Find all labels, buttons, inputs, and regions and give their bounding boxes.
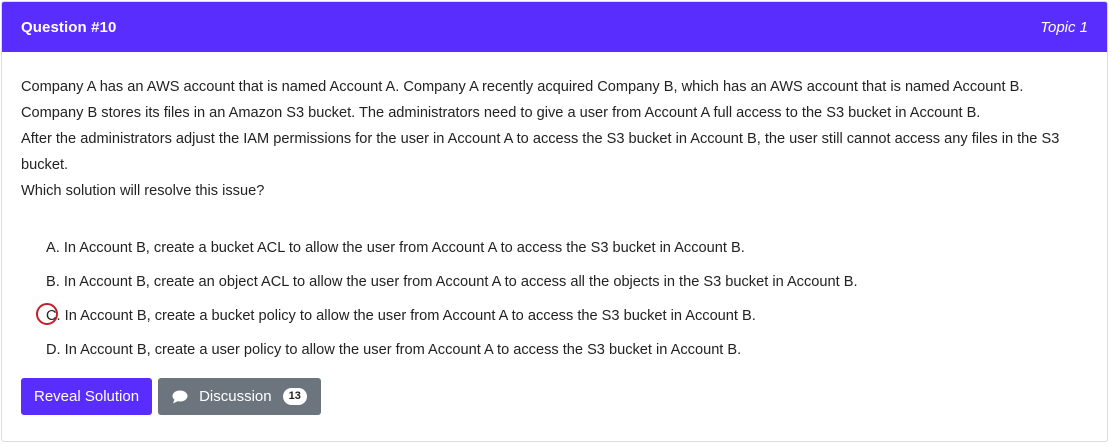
question-paragraph: Which solution will resolve this issue?	[21, 183, 265, 199]
question-card: Question #10 Topic 1 Company A has an AW…	[1, 1, 1108, 442]
choice-c[interactable]: C. In Account B, create a bucket policy …	[36, 303, 1088, 340]
question-paragraph: Company A has an AWS account that is nam…	[21, 79, 1024, 121]
choice-text: In Account B, create a bucket ACL to all…	[63, 240, 745, 256]
choice-b[interactable]: B. In Account B, create an object ACL to…	[46, 272, 1088, 306]
selected-circle-mark	[36, 303, 58, 325]
question-paragraph: After the administrators adjust the IAM …	[21, 131, 1060, 173]
choice-d[interactable]: D. In Account B, create a user policy to…	[46, 340, 1088, 374]
question-number: Question #10	[21, 18, 117, 36]
choice-a[interactable]: A. In Account B, create a bucket ACL to …	[46, 238, 1088, 272]
choice-text: In Account B, create an object ACL to al…	[63, 274, 858, 290]
question-text: Company A has an AWS account that is nam…	[21, 74, 1088, 204]
discussion-label: Discussion	[199, 388, 272, 405]
reveal-solution-button[interactable]: Reveal Solution	[21, 378, 153, 415]
comment-icon	[172, 390, 188, 404]
choice-letter: D.	[46, 342, 61, 358]
choice-text: In Account B, create a bucket policy to …	[64, 308, 756, 324]
action-bar: Reveal Solution Discussion 13	[21, 378, 1088, 415]
topic-label: Topic 1	[1040, 18, 1088, 36]
discussion-count-badge: 13	[282, 388, 307, 405]
discussion-button[interactable]: Discussion 13	[158, 378, 321, 415]
question-body: Company A has an AWS account that is nam…	[2, 52, 1107, 415]
choices-list: A. In Account B, create a bucket ACL to …	[21, 238, 1088, 374]
choice-letter: B.	[46, 274, 60, 290]
choice-letter: A.	[46, 240, 60, 256]
choice-text: In Account B, create a user policy to al…	[64, 342, 742, 358]
question-header: Question #10 Topic 1	[2, 2, 1107, 52]
